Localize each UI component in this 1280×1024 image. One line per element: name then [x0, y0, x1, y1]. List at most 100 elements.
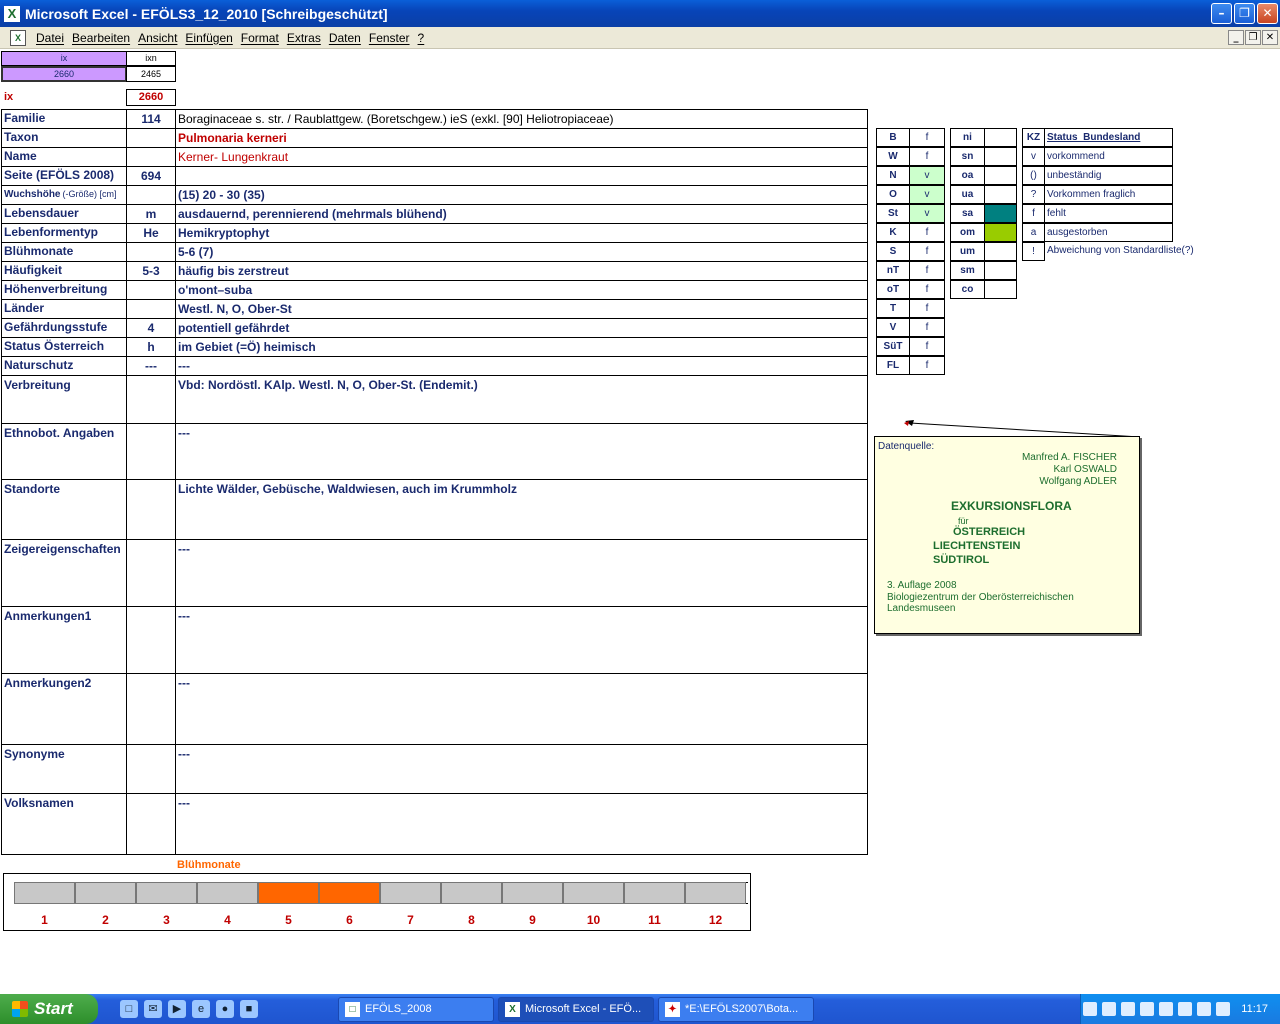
- month-bar-10[interactable]: [563, 882, 624, 904]
- quicklaunch-mail-icon[interactable]: ✉: [144, 1000, 162, 1018]
- field-value-9[interactable]: o'mont–suba: [175, 280, 868, 300]
- state-status-1[interactable]: f: [909, 147, 945, 166]
- ix-value-cell[interactable]: 2660: [1, 66, 127, 82]
- taskbar-item-editor[interactable]: ✦ *E:\EFÖLS2007\Bota...: [658, 997, 814, 1022]
- field-value-0[interactable]: Boraginaceae s. str. / Raublattgew. (Bor…: [175, 109, 868, 129]
- field-value-12[interactable]: im Gebiet (=Ö) heimisch: [175, 337, 868, 357]
- big-value-1[interactable]: ---: [175, 423, 868, 480]
- field-label-3[interactable]: Seite (EFÖLS 2008): [1, 166, 127, 186]
- month-bar-4[interactable]: [197, 882, 258, 904]
- state-status-11[interactable]: f: [909, 337, 945, 356]
- field-code-8[interactable]: 5-3: [126, 261, 176, 281]
- big-code-4[interactable]: [126, 606, 176, 674]
- doc-close-button[interactable]: ✕: [1262, 30, 1278, 45]
- altitude-code-2[interactable]: oa: [950, 166, 985, 185]
- state-code-3[interactable]: O: [876, 185, 910, 204]
- big-value-3[interactable]: ---: [175, 539, 868, 607]
- altitude-color-2[interactable]: [984, 166, 1017, 185]
- field-label-10[interactable]: Länder: [1, 299, 127, 319]
- field-label-7[interactable]: Blühmonate: [1, 242, 127, 262]
- big-code-0[interactable]: [126, 375, 176, 424]
- field-value-11[interactable]: potentiell gefährdet: [175, 318, 868, 338]
- state-status-2[interactable]: v: [909, 166, 945, 185]
- field-code-10[interactable]: [126, 299, 176, 319]
- field-code-4[interactable]: [126, 185, 176, 205]
- field-label-6[interactable]: Lebenformentyp: [1, 223, 127, 243]
- field-value-3[interactable]: [175, 166, 868, 186]
- state-code-5[interactable]: K: [876, 223, 910, 242]
- state-code-7[interactable]: nT: [876, 261, 910, 280]
- altitude-color-4[interactable]: [984, 204, 1017, 223]
- altitude-code-0[interactable]: ni: [950, 128, 985, 147]
- network-icon[interactable]: [1083, 1002, 1098, 1016]
- field-code-1[interactable]: [126, 128, 176, 148]
- big-code-7[interactable]: [126, 793, 176, 855]
- field-code-3[interactable]: 694: [126, 166, 176, 186]
- data-source-note[interactable]: Datenquelle: Manfred A. FISCHER Karl OSW…: [874, 436, 1140, 634]
- state-code-2[interactable]: N: [876, 166, 910, 185]
- restore-button[interactable]: ❐: [1234, 3, 1255, 24]
- excel-app-icon[interactable]: X: [4, 5, 20, 22]
- big-value-0[interactable]: Vbd: Nordöstl. KAlp. Westl. N, O, Ober-S…: [175, 375, 868, 424]
- month-bar-9[interactable]: [502, 882, 563, 904]
- state-code-4[interactable]: St: [876, 204, 910, 223]
- taskbar-item-folder[interactable]: □ EFÖLS_2008: [338, 997, 494, 1022]
- start-button[interactable]: Start: [0, 994, 98, 1024]
- big-label-2[interactable]: Standorte: [1, 479, 127, 540]
- workbook-icon[interactable]: X: [10, 29, 26, 46]
- month-bar-11[interactable]: [624, 882, 685, 904]
- field-label-13[interactable]: Naturschutz: [1, 356, 127, 376]
- big-value-6[interactable]: ---: [175, 744, 868, 794]
- altitude-code-1[interactable]: sn: [950, 147, 985, 166]
- big-code-6[interactable]: [126, 744, 176, 794]
- field-code-0[interactable]: 114: [126, 109, 176, 129]
- field-value-10[interactable]: Westl. N, O, Ober-St: [175, 299, 868, 319]
- minimize-button[interactable]: –: [1211, 3, 1232, 24]
- big-value-4[interactable]: ---: [175, 606, 868, 674]
- altitude-color-7[interactable]: [984, 261, 1017, 280]
- quicklaunch-firefox-icon[interactable]: ●: [216, 1000, 234, 1018]
- field-label-8[interactable]: Häufigkeit: [1, 261, 127, 281]
- volume-icon[interactable]: [1102, 1002, 1117, 1016]
- menu-help[interactable]: ?: [414, 31, 429, 45]
- field-value-7[interactable]: 5-6 (7): [175, 242, 868, 262]
- ixn-value-cell[interactable]: 2465: [126, 66, 176, 82]
- worksheet[interactable]: ix ixn 2660 2465 ix 2660 Familie 114 Borag…: [0, 49, 1280, 990]
- big-code-1[interactable]: [126, 423, 176, 480]
- big-value-7[interactable]: ---: [175, 793, 868, 855]
- big-label-3[interactable]: Zeigereigenschaften: [1, 539, 127, 607]
- altitude-code-5[interactable]: om: [950, 223, 985, 242]
- info-icon[interactable]: [1197, 1002, 1212, 1016]
- field-label-9[interactable]: Höhenverbreitung: [1, 280, 127, 300]
- shield-icon[interactable]: [1159, 1002, 1174, 1016]
- altitude-color-0[interactable]: [984, 128, 1017, 147]
- state-code-11[interactable]: SüT: [876, 337, 910, 356]
- menu-daten[interactable]: Daten: [325, 31, 365, 45]
- state-status-8[interactable]: f: [909, 280, 945, 299]
- field-value-2[interactable]: Kerner- Lungenkraut: [175, 147, 868, 167]
- taskbar-item-excel[interactable]: X Microsoft Excel - EFÖ...: [498, 997, 654, 1022]
- field-label-4[interactable]: Wuchshöhe (-Größe) [cm]: [1, 185, 127, 205]
- month-bar-6[interactable]: [319, 882, 380, 904]
- state-code-1[interactable]: W: [876, 147, 910, 166]
- altitude-code-4[interactable]: sa: [950, 204, 985, 223]
- altitude-color-5[interactable]: [984, 223, 1017, 242]
- altitude-code-7[interactable]: sm: [950, 261, 985, 280]
- big-label-7[interactable]: Volksnamen: [1, 793, 127, 855]
- ix-header-cell[interactable]: ix: [1, 51, 127, 66]
- state-code-6[interactable]: S: [876, 242, 910, 261]
- big-label-5[interactable]: Anmerkungen2: [1, 673, 127, 745]
- field-code-7[interactable]: [126, 242, 176, 262]
- field-label-11[interactable]: Gefährdungsstufe: [1, 318, 127, 338]
- quicklaunch-app-icon[interactable]: ■: [240, 1000, 258, 1018]
- month-bar-1[interactable]: [14, 882, 75, 904]
- month-bar-3[interactable]: [136, 882, 197, 904]
- doc-minimize-button[interactable]: _: [1228, 30, 1244, 45]
- state-code-0[interactable]: B: [876, 128, 910, 147]
- big-label-1[interactable]: Ethnobot. Angaben: [1, 423, 127, 480]
- menu-datei[interactable]: Datei: [32, 31, 68, 45]
- menu-format[interactable]: Format: [237, 31, 283, 45]
- field-value-13[interactable]: ---: [175, 356, 868, 376]
- state-status-10[interactable]: f: [909, 318, 945, 337]
- month-bar-12[interactable]: [685, 882, 746, 904]
